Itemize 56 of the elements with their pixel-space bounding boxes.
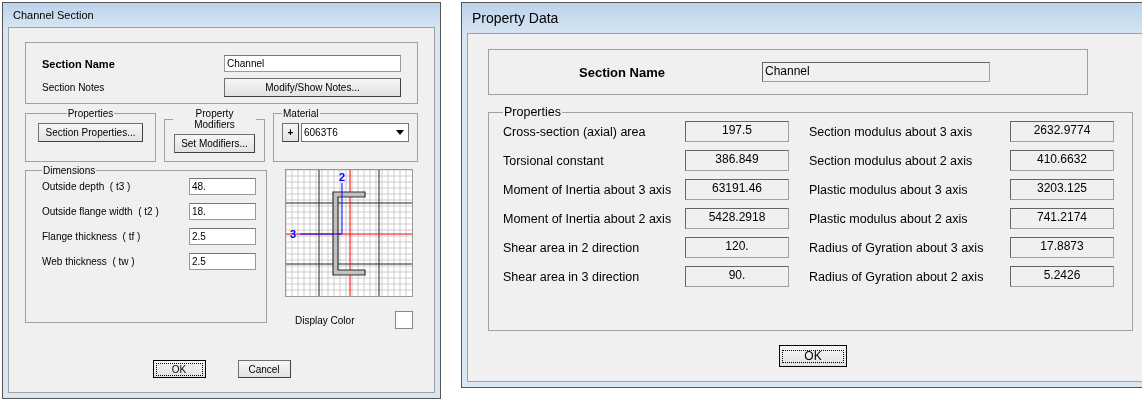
field-label: Section Notes — [42, 82, 105, 93]
property-label: Radius of Gyration about 3 axis — [809, 240, 985, 255]
field-label: Outside depth ( t3 ) — [42, 181, 131, 192]
window-title: Property Data — [462, 3, 1142, 33]
property-label: Torsional constant — [503, 153, 605, 168]
group-title: Dimensions — [42, 165, 97, 176]
property-value: 120. — [685, 237, 789, 258]
cancel-button[interactable]: Cancel — [237, 360, 291, 378]
window-title: Channel Section — [3, 3, 440, 27]
caret-icon — [396, 130, 404, 135]
property-value: 2632.9774 — [1010, 121, 1114, 142]
ok-button[interactable]: OK — [152, 360, 206, 378]
field-label: Display Color — [295, 314, 355, 326]
property-value: 90. — [685, 266, 789, 287]
field-label: Outside flange width ( t2 ) — [42, 206, 159, 217]
notes-button[interactable]: Modify/Show Notes... — [224, 78, 401, 97]
field-label: Web thickness ( tw ) — [42, 256, 135, 267]
property-label: Shear area in 2 direction — [503, 240, 641, 255]
group-title: Property Modifiers — [193, 108, 236, 130]
dimension-field[interactable]: 2.5 — [189, 228, 256, 245]
dimension-field[interactable]: 48. — [189, 178, 256, 195]
property-label: Moment of Inertia about 3 axis — [503, 182, 673, 197]
property-value: 386.849 — [685, 150, 789, 171]
property-value: 63191.46 — [685, 179, 789, 200]
add-button[interactable]: + — [282, 123, 299, 142]
group-title: Material — [282, 108, 320, 119]
property-value: 17.8873 — [1010, 237, 1114, 258]
property-value: 3203.125 — [1010, 179, 1114, 200]
dimension-field[interactable]: 2.5 — [189, 253, 256, 270]
property-label: Plastic modulus about 3 axis — [809, 182, 969, 197]
property-value: 5428.2918 — [685, 208, 789, 229]
group-title: Properties — [66, 108, 115, 119]
section-properties-button[interactable]: Section Properties... — [38, 123, 143, 142]
group-title: Properties — [503, 105, 562, 119]
property-label: Section modulus about 3 axis — [809, 124, 974, 139]
set-modifiers-button[interactable]: Set Modifiers... — [174, 134, 255, 153]
property-value: 741.2174 — [1010, 208, 1114, 229]
section-name-field: Channel — [762, 62, 990, 82]
field-label: Section Name — [42, 57, 115, 70]
property-value: 197.5 — [685, 121, 789, 142]
property-value: 410.6632 — [1010, 150, 1114, 171]
ok-button[interactable]: OK — [779, 345, 847, 367]
property-label: Shear area in 3 direction — [503, 269, 641, 284]
material-dropdown[interactable]: 6063T6 — [301, 123, 409, 142]
section-name-field[interactable]: Channel — [224, 55, 401, 72]
property-label: Radius of Gyration about 2 axis — [809, 269, 985, 284]
dimension-field[interactable]: 18. — [189, 203, 256, 220]
field-label: Flange thickness ( tf ) — [42, 231, 141, 242]
property-label: Plastic modulus about 2 axis — [809, 211, 969, 226]
color-swatch[interactable] — [395, 311, 413, 329]
property-label: Cross-section (axial) area — [503, 124, 647, 139]
property-value: 5.2426 — [1010, 266, 1114, 287]
property-label: Moment of Inertia about 2 axis — [503, 211, 673, 226]
field-label: Section Name — [579, 64, 666, 80]
channel-section-drawing: 2 3 — [285, 169, 413, 297]
property-label: Section modulus about 2 axis — [809, 153, 974, 168]
